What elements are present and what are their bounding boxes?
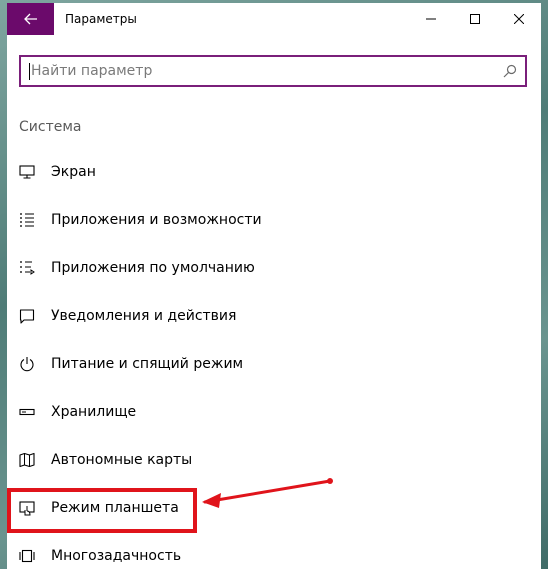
search-icon[interactable]: [503, 64, 517, 78]
search-box[interactable]: [19, 55, 527, 87]
monitor-icon: [19, 164, 35, 180]
nav-item-screen[interactable]: Экран: [7, 152, 541, 192]
nav-item-tablet-mode[interactable]: Режим планшета: [7, 488, 541, 528]
nav-item-label: Уведомления и действия: [51, 308, 237, 324]
multitasking-icon: [19, 548, 35, 564]
nav-item-label: Экран: [51, 164, 96, 180]
close-icon: [514, 14, 524, 24]
maximize-button[interactable]: [453, 3, 497, 35]
nav-item-label: Автономные карты: [51, 452, 193, 468]
section-title: Система: [19, 119, 82, 135]
text-caret: [29, 63, 30, 80]
back-arrow-icon: [23, 13, 37, 25]
nav-item-label: Приложения по умолчанию: [51, 260, 255, 276]
storage-icon: [19, 404, 35, 420]
window-title: Параметры: [65, 12, 137, 26]
list-icon: [19, 212, 35, 228]
tablet-mode-icon: [19, 500, 35, 516]
title-bar: Параметры: [7, 3, 541, 35]
minimize-button[interactable]: [409, 3, 453, 35]
nav-item-multitasking[interactable]: Многозадачность: [7, 536, 541, 569]
default-apps-icon: [19, 260, 35, 276]
nav-item-offline-maps[interactable]: Автономные карты: [7, 440, 541, 480]
notification-icon: [19, 308, 35, 324]
nav-item-default-apps[interactable]: Приложения по умолчанию: [7, 248, 541, 288]
settings-window: Параметры Система: [7, 3, 541, 569]
maximize-icon: [470, 14, 480, 24]
map-icon: [19, 452, 35, 468]
nav-item-label: Режим планшета: [51, 500, 179, 516]
back-button[interactable]: [7, 3, 54, 35]
nav-item-notifications[interactable]: Уведомления и действия: [7, 296, 541, 336]
nav-item-power-sleep[interactable]: Питание и спящий режим: [7, 344, 541, 384]
close-button[interactable]: [497, 3, 541, 35]
nav-item-storage[interactable]: Хранилище: [7, 392, 541, 432]
nav-item-label: Приложения и возможности: [51, 212, 262, 228]
nav-item-apps-features[interactable]: Приложения и возможности: [7, 200, 541, 240]
search-input[interactable]: [31, 61, 491, 81]
nav-item-label: Питание и спящий режим: [51, 356, 244, 372]
power-icon: [19, 356, 35, 372]
nav-item-label: Хранилище: [51, 404, 137, 420]
nav-item-label: Многозадачность: [51, 548, 182, 564]
minimize-icon: [426, 18, 436, 20]
